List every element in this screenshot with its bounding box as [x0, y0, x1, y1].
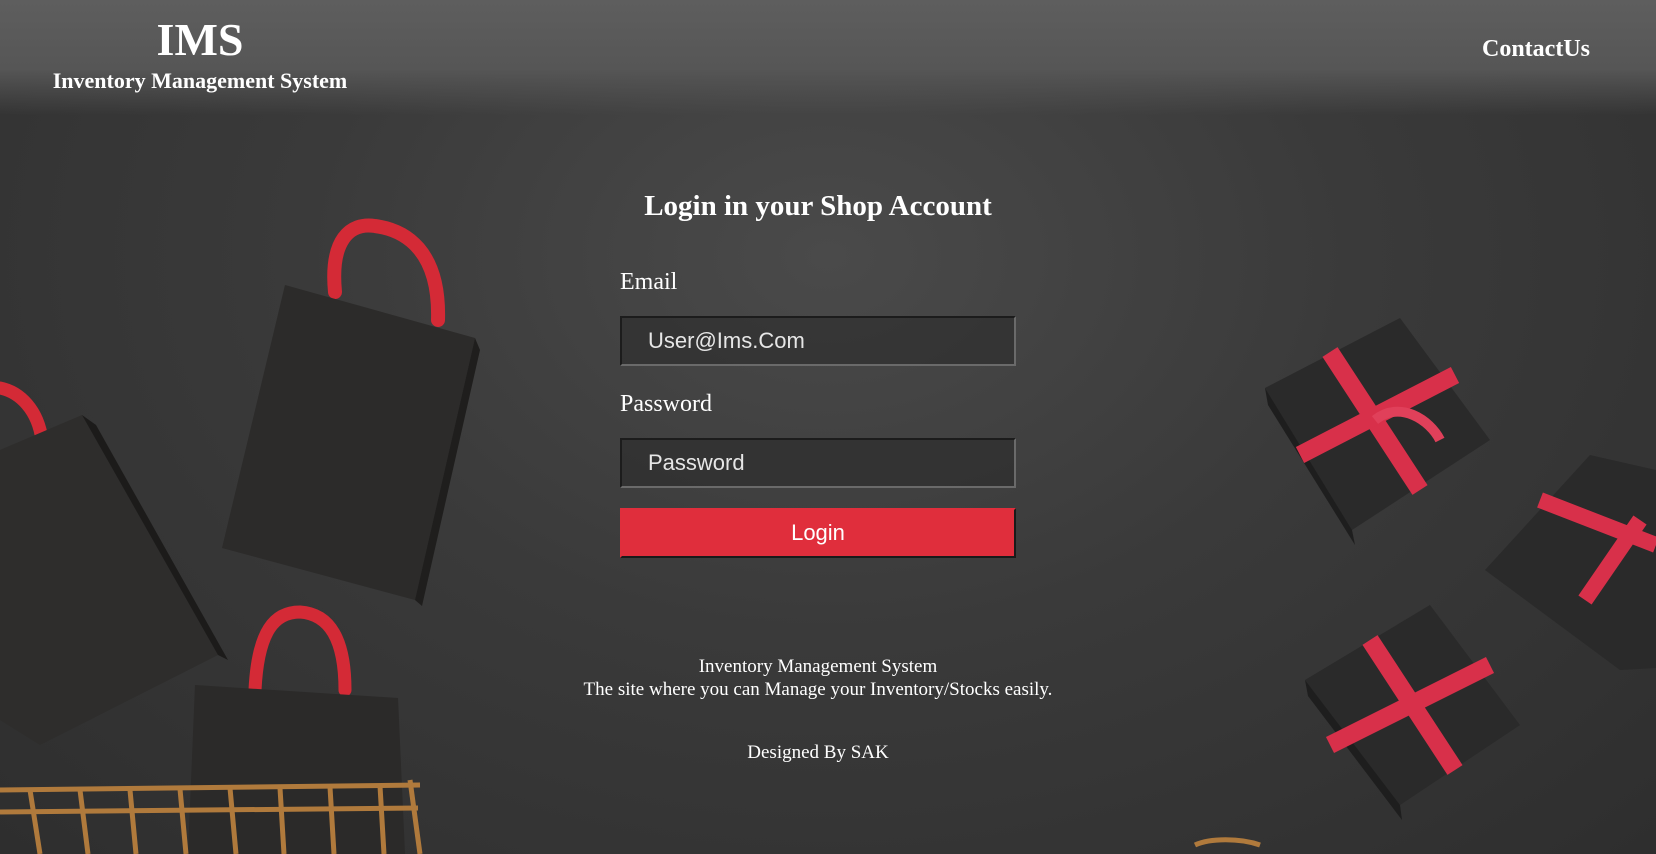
login-button[interactable]: Login [620, 508, 1016, 558]
footer-title: Inventory Management System [698, 656, 938, 677]
login-heading: Login in your Shop Account [644, 190, 992, 222]
gift-box-icon [1265, 318, 1490, 545]
email-label: Email [620, 269, 678, 295]
brand-subtitle: Inventory Management System [52, 68, 348, 93]
site-footer: Inventory Management System The site whe… [0, 655, 1636, 764]
footer-tagline: The site where you can Manage your Inven… [583, 679, 1053, 700]
contact-us-link[interactable]: ContactUs [1482, 36, 1590, 63]
footer-credit: Designed By SAK [747, 742, 889, 763]
brand-logo[interactable]: IMS Inventory Management System [40, 12, 360, 94]
password-label: Password [620, 391, 713, 417]
login-form: Email Password Login [620, 262, 1016, 558]
password-input[interactable] [620, 438, 1016, 488]
email-input[interactable] [620, 316, 1016, 366]
brand-title: IMS [156, 14, 244, 65]
gift-box-icon [1485, 455, 1656, 670]
shopping-bag-icon [222, 218, 480, 606]
